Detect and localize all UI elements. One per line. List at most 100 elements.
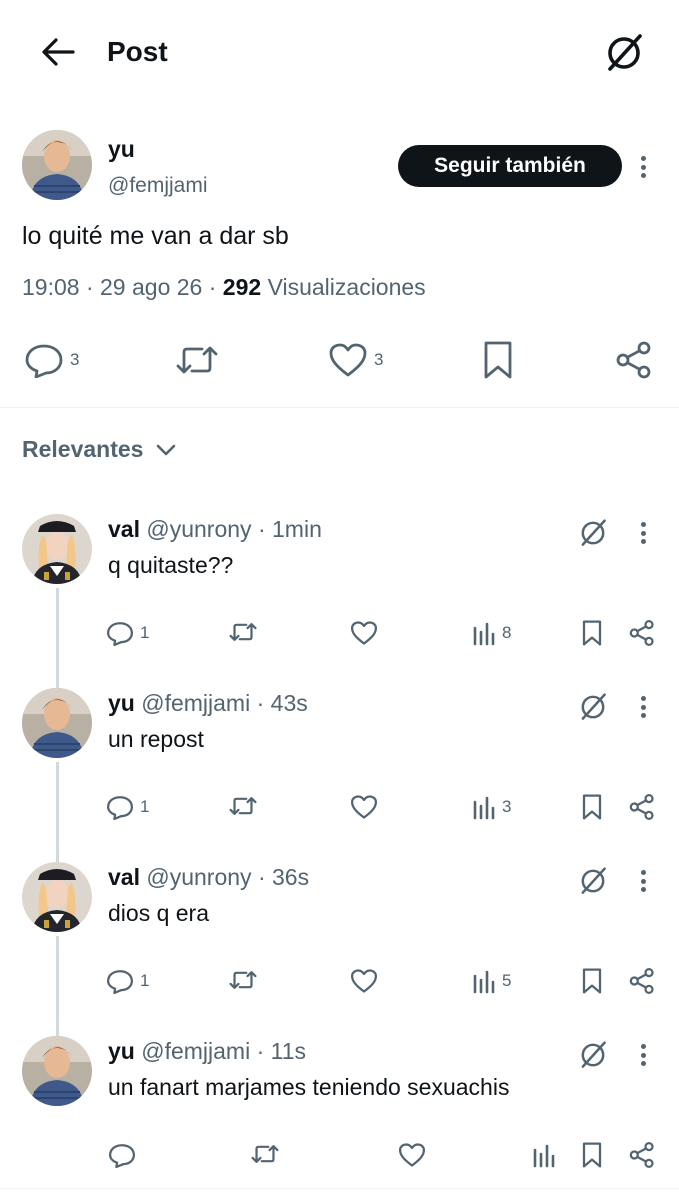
reply-button[interactable] bbox=[108, 1142, 142, 1168]
repost-icon bbox=[229, 971, 257, 989]
view-label: Visualizaciones bbox=[267, 274, 426, 300]
more-options-button[interactable] bbox=[636, 866, 650, 896]
share-button[interactable] bbox=[628, 792, 656, 822]
avatar[interactable] bbox=[22, 1036, 92, 1106]
bookmark-icon bbox=[582, 794, 602, 820]
divider bbox=[0, 1188, 679, 1189]
repost-icon bbox=[229, 797, 257, 815]
bookmark-icon bbox=[582, 620, 602, 646]
reply-button[interactable]: 1 bbox=[106, 968, 149, 994]
repost-button[interactable] bbox=[228, 620, 258, 644]
top-bar: Post bbox=[0, 0, 679, 104]
more-options-button[interactable] bbox=[636, 1040, 650, 1070]
reply-text: un fanart marjames teniendo sexuachis bbox=[108, 1074, 510, 1100]
heart-icon bbox=[350, 795, 378, 819]
like-button[interactable] bbox=[350, 794, 378, 820]
grok-icon bbox=[581, 519, 606, 546]
reply-time[interactable]: 1min bbox=[272, 516, 322, 542]
bookmark-button[interactable] bbox=[580, 966, 604, 996]
follow-button[interactable]: Seguir también bbox=[398, 145, 622, 187]
author-name[interactable]: yu bbox=[108, 690, 135, 716]
separator-dot: · bbox=[250, 690, 271, 716]
reply-icon bbox=[108, 1144, 136, 1168]
view-count: 5 bbox=[502, 971, 512, 990]
analytics-icon bbox=[533, 1144, 555, 1168]
avatar[interactable] bbox=[22, 130, 92, 200]
bookmark-button[interactable] bbox=[480, 340, 516, 380]
like-button[interactable] bbox=[398, 1142, 426, 1168]
reply-item[interactable]: val @yunrony · 36s dios q era 1 5 bbox=[0, 862, 679, 1036]
repost-button[interactable] bbox=[228, 794, 258, 818]
repost-icon bbox=[176, 346, 218, 374]
grok-button[interactable] bbox=[576, 690, 610, 724]
author-handle[interactable]: @femjjami bbox=[141, 1038, 250, 1064]
more-options-button[interactable] bbox=[636, 518, 650, 548]
avatar[interactable] bbox=[22, 688, 92, 758]
author-handle[interactable]: @femjjami bbox=[141, 690, 250, 716]
more-options-button[interactable] bbox=[636, 692, 650, 722]
analytics-icon bbox=[473, 970, 495, 994]
repost-icon bbox=[229, 623, 257, 641]
bookmark-button[interactable] bbox=[580, 792, 604, 822]
separator-dot: · bbox=[251, 864, 273, 890]
share-icon bbox=[629, 1141, 654, 1169]
main-post: yu @femjjami Seguir también lo quité me … bbox=[0, 104, 679, 408]
repost-button[interactable] bbox=[228, 968, 258, 992]
repost-button[interactable] bbox=[174, 342, 220, 378]
bookmark-button[interactable] bbox=[580, 618, 604, 648]
reply-time[interactable]: 36s bbox=[272, 864, 309, 890]
profile-photo-yu bbox=[22, 688, 92, 758]
reply-button[interactable]: 3 bbox=[24, 342, 79, 378]
author-handle[interactable]: @yunrony bbox=[146, 516, 251, 542]
like-button[interactable]: 3 bbox=[328, 342, 383, 378]
grok-button[interactable] bbox=[576, 1038, 610, 1072]
repost-button[interactable] bbox=[250, 1142, 280, 1166]
reply-item[interactable]: yu @femjjami · 43s un repost 1 3 bbox=[0, 688, 679, 862]
avatar[interactable] bbox=[22, 514, 92, 584]
grok-button[interactable] bbox=[576, 864, 610, 898]
analytics-icon bbox=[473, 796, 495, 820]
like-button[interactable] bbox=[350, 620, 378, 646]
grok-button[interactable] bbox=[576, 516, 610, 550]
arrow-left-icon bbox=[42, 38, 75, 66]
chevron-down-icon bbox=[157, 444, 176, 455]
share-button[interactable] bbox=[628, 966, 656, 996]
back-button[interactable] bbox=[38, 34, 78, 70]
profile-photo-val bbox=[22, 514, 92, 584]
separator-dot: · bbox=[251, 516, 273, 542]
views-button[interactable]: 3 bbox=[472, 794, 511, 820]
author-handle[interactable]: @femjjami bbox=[108, 174, 208, 198]
views-button[interactable]: 5 bbox=[472, 968, 511, 994]
author-name[interactable]: yu bbox=[108, 136, 135, 163]
reply-item[interactable]: yu @femjjami · 11s un fanart marjames te… bbox=[0, 1036, 679, 1200]
heart-icon bbox=[398, 1143, 426, 1167]
grok-button[interactable] bbox=[600, 30, 648, 76]
reply-actions bbox=[0, 1140, 679, 1172]
avatar[interactable] bbox=[22, 862, 92, 932]
reply-button[interactable]: 1 bbox=[106, 794, 149, 820]
author-handle[interactable]: @yunrony bbox=[146, 864, 251, 890]
heart-icon bbox=[350, 621, 378, 645]
share-button[interactable] bbox=[628, 618, 656, 648]
page-title: Post bbox=[107, 36, 168, 67]
like-button[interactable] bbox=[350, 968, 378, 994]
author-name[interactable]: val bbox=[108, 864, 140, 890]
reply-count: 1 bbox=[140, 971, 150, 990]
more-options-button[interactable] bbox=[636, 152, 650, 182]
share-button[interactable] bbox=[614, 340, 654, 380]
views-button[interactable] bbox=[532, 1142, 562, 1168]
reply-text: dios q era bbox=[108, 900, 210, 926]
reply-button[interactable]: 1 bbox=[106, 620, 149, 646]
bookmark-button[interactable] bbox=[580, 1140, 604, 1170]
reply-time[interactable]: 11s bbox=[271, 1038, 306, 1064]
reply-time[interactable]: 43s bbox=[271, 690, 308, 716]
bookmark-icon bbox=[484, 341, 512, 379]
views-button[interactable]: 8 bbox=[472, 620, 511, 646]
author-name[interactable]: yu bbox=[108, 1038, 135, 1064]
post-time: 19:08 bbox=[22, 274, 80, 300]
sort-selector[interactable]: Relevantes bbox=[22, 436, 177, 463]
post-date[interactable]: 29 ago 26 bbox=[100, 274, 202, 300]
reply-item[interactable]: val @yunrony · 1min q quitaste?? 1 8 bbox=[0, 514, 679, 688]
share-button[interactable] bbox=[628, 1140, 656, 1170]
author-name[interactable]: val bbox=[108, 516, 140, 542]
